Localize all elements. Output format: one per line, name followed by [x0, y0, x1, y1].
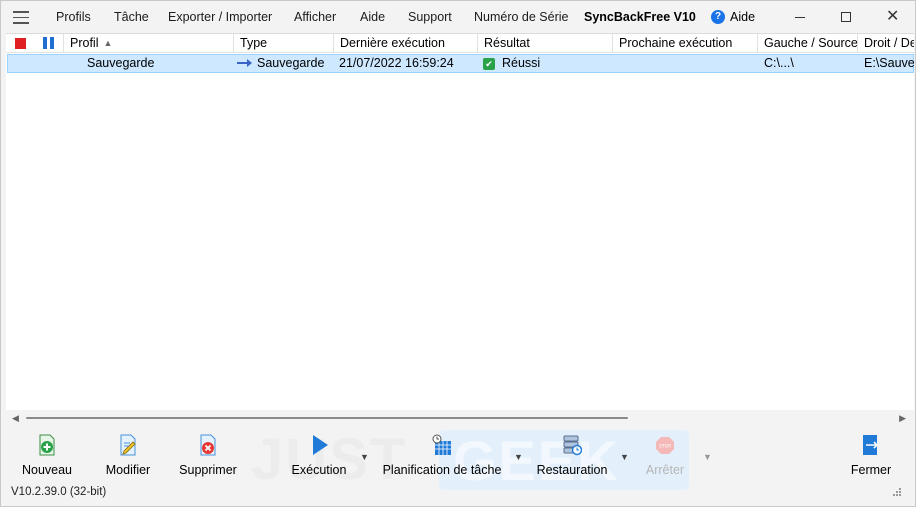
list-header: Profil ▲ Type Dernière exécution Résultat…: [6, 34, 914, 53]
new-label: Nouveau: [21, 463, 73, 477]
calendar-icon: [432, 434, 451, 455]
profile-list: Profil ▲ Type Dernière exécution Résultat…: [6, 33, 915, 410]
run-button[interactable]: Exécution: [287, 430, 351, 482]
column-header-type[interactable]: Type: [233, 34, 333, 53]
schedule-label: Planification de tâche: [382, 463, 502, 477]
edit-label: Modifier: [105, 463, 151, 477]
column-header-last-run[interactable]: Dernière exécution: [333, 34, 477, 53]
column-header-next-run[interactable]: Prochaine exécution: [612, 34, 757, 53]
scroll-left-icon[interactable]: ◀: [12, 413, 19, 424]
schedule-dropdown-icon[interactable]: ▼: [514, 452, 523, 462]
stop-label: Arrêter: [645, 463, 685, 477]
cell-type: Sauvegarde: [257, 56, 325, 70]
scroll-right-icon[interactable]: ▶: [899, 413, 906, 424]
bottom-toolbar: Nouveau Modifier Supprimer Exécution ▼ P…: [1, 426, 915, 482]
schedule-button[interactable]: Planification de tâche: [382, 430, 502, 482]
close-label: Fermer: [850, 463, 892, 477]
restore-label: Restauration: [536, 463, 608, 477]
help-icon[interactable]: ?: [711, 10, 725, 24]
maximize-button[interactable]: [823, 1, 869, 33]
arrow-right-icon: [237, 59, 252, 67]
restore-dropdown-icon[interactable]: ▼: [620, 452, 629, 462]
menu-tache[interactable]: Tâche: [114, 10, 149, 24]
success-check-icon: ✔: [483, 58, 495, 70]
cell-last-run: 21/07/2022 16:59:24: [339, 56, 454, 70]
run-label: Exécution: [291, 463, 347, 477]
stop-dropdown-icon[interactable]: ▼: [703, 452, 712, 462]
scroll-thumb[interactable]: [26, 417, 628, 419]
hamburger-menu-icon[interactable]: [13, 11, 29, 24]
cell-result: Réussi: [502, 56, 541, 70]
help-button[interactable]: Aide: [730, 10, 755, 24]
run-dropdown-icon[interactable]: ▼: [360, 452, 369, 462]
minimize-button[interactable]: [777, 1, 823, 33]
cell-profile: Sauvegarde: [87, 56, 155, 70]
sort-ascending-icon: ▲: [103, 38, 113, 48]
horizontal-scrollbar[interactable]: ◀ ▶: [6, 410, 914, 426]
new-profile-icon: [39, 434, 55, 456]
close-window-button[interactable]: ✕: [869, 1, 915, 33]
new-button[interactable]: Nouveau: [17, 430, 77, 482]
exit-door-icon: [863, 435, 879, 455]
delete-profile-icon: [200, 434, 216, 456]
menu-exporter-importer[interactable]: Exporter / Importer: [168, 10, 272, 24]
menu-afficher[interactable]: Afficher: [294, 10, 336, 24]
column-header-source[interactable]: Gauche / Source: [757, 34, 857, 53]
status-bar: V10.2.39.0 (32-bit): [1, 482, 915, 506]
play-icon: [313, 435, 328, 455]
cell-destination: E:\Sauve: [864, 56, 915, 70]
pause-all-icon[interactable]: [43, 37, 54, 49]
resize-grip-icon[interactable]: [893, 488, 901, 496]
column-header-destination[interactable]: Droit / De: [857, 34, 914, 53]
close-icon: ✕: [886, 8, 900, 25]
menu-bar: Profils Tâche Exporter / Importer Affich…: [1, 1, 915, 33]
minimize-icon: [795, 17, 805, 18]
sync-back-window: Profils Tâche Exporter / Importer Affich…: [0, 0, 916, 507]
edit-button[interactable]: Modifier: [98, 430, 158, 482]
maximize-icon: [841, 12, 851, 22]
restore-button[interactable]: Restauration: [534, 430, 610, 482]
cell-source: C:\...\: [764, 56, 794, 70]
menu-aide[interactable]: Aide: [360, 10, 385, 24]
app-title: SyncBackFree V10: [584, 10, 696, 24]
menu-profils[interactable]: Profils: [56, 10, 91, 24]
column-header-result[interactable]: Résultat: [477, 34, 612, 53]
svg-text:STOP: STOP: [659, 444, 671, 450]
delete-label: Supprimer: [179, 463, 237, 477]
column-header-profil[interactable]: Profil ▲: [63, 34, 233, 53]
stop-button[interactable]: STOP Arrêter: [637, 430, 693, 482]
version-text: V10.2.39.0 (32-bit): [11, 486, 107, 498]
menu-numero-de-serie[interactable]: Numéro de Série: [474, 10, 569, 24]
table-row[interactable]: Sauvegarde Sauvegarde 21/07/2022 16:59:2…: [7, 54, 915, 73]
edit-profile-icon: [120, 434, 136, 456]
stop-sign-icon: STOP: [656, 437, 674, 454]
restore-icon: [563, 435, 582, 456]
menu-support[interactable]: Support: [408, 10, 452, 24]
column-label: Profil: [70, 36, 99, 50]
stop-all-icon[interactable]: [15, 38, 26, 49]
delete-button[interactable]: Supprimer: [176, 430, 240, 482]
close-button[interactable]: Fermer: [845, 430, 897, 482]
